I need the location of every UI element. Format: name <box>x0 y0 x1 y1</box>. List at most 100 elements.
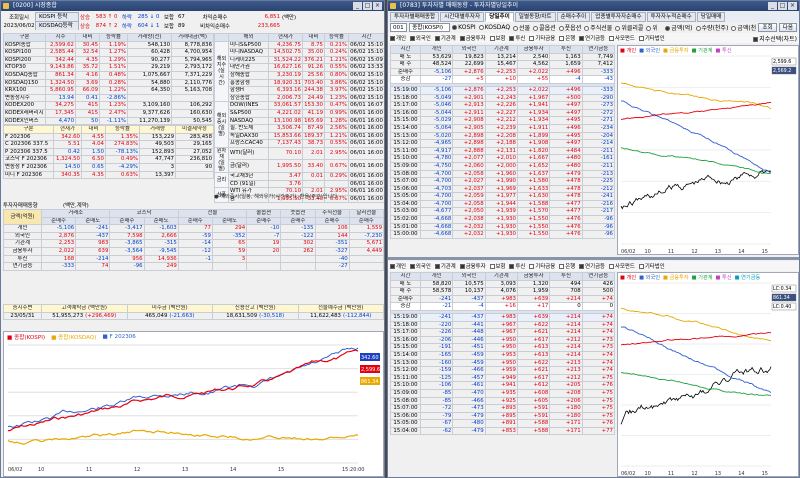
investor-checkbox[interactable]: 투신 <box>509 34 525 42</box>
maximize-button[interactable]: □ <box>778 2 787 10</box>
table-row[interactable]: 15:09:00 -4,750 +2,060 +2,000 +1,652 +480 -211 <box>390 161 616 171</box>
market-radio[interactable]: KOSDAQ <box>478 24 510 31</box>
kospi-trend-chart[interactable]: ■ 개인 ■ 외국인 ■ 금융투자 ■ 기관계 ■ 투신 2,599.6 2,569.2 0… <box>617 45 799 255</box>
investor-checkbox[interactable]: 투신 <box>509 262 525 270</box>
minimize-button[interactable]: _ <box>768 2 777 10</box>
table-row[interactable]: 15:11:00 -125 -457 +949 +617 +212 +75 <box>390 373 616 383</box>
table-row[interactable]: KOSPI종합 2,599.62 30.45 1.19% 548,130 8,778,83… <box>3 40 214 50</box>
investor-checkbox[interactable]: 보험 <box>489 262 505 270</box>
market-radio[interactable]: 콜옵션 <box>533 23 556 32</box>
table-row[interactable]: 15:12:00 -4,965 +2,898 +2,188 +1,908 +497 -214 <box>390 139 616 148</box>
table-row[interactable]: KODEX레버리지 17,345 415 2.47% 9,377,626 160,630 <box>3 108 214 118</box>
table-row[interactable]: 15:03:00 -4,677 +2,050 +1,939 +1,570 +477 -217 <box>390 207 616 217</box>
table-row[interactable]: 15:06:00 -4,703 +2,037 +1,969 +1,633 +478 -212 <box>390 184 616 194</box>
investor-checkbox[interactable]: 개인 <box>390 262 406 270</box>
investor-checkbox[interactable]: 금융투자 <box>459 34 486 42</box>
table-row[interactable]: 금리 국고채3년 3.47 0.01 0.29% 06/01 16:00 <box>214 171 384 189</box>
investor-checkbox[interactable]: 금융투자 <box>459 262 486 270</box>
table-row[interactable]: 15:15:00 -191 -451 +950 +613 +214 +73 <box>390 343 616 352</box>
table-row[interactable]: KODEX200 34,275 415 1.23% 3,109,160 106,292 <box>3 101 214 110</box>
table-row[interactable]: 원자재(일별) WTI(달러) 70.10 2.01 2.95% 06/01 16:00 <box>214 146 384 173</box>
table-row[interactable]: 15:04:00 -4,700 +2,058 +1,944 +1,588 +477 -216 <box>390 199 616 209</box>
table-row[interactable]: 외국인 2,876 -437 7,598 2,666 -59 -352 -7 -122 144 -7… <box>3 231 384 241</box>
unit-radio[interactable]: 금액(억) <box>665 23 693 32</box>
tab-5[interactable]: 업종별투자자순매수 <box>591 11 646 22</box>
investor-checkbox[interactable]: 기타금융 <box>529 262 555 270</box>
table-row[interactable]: 15:16:00 -206 -446 +950 +617 +212 +73 <box>390 335 616 345</box>
investor-checkbox[interactable]: 보험 <box>489 34 505 42</box>
table-row[interactable]: 15:18:00 -220 -441 +967 +622 +214 +74 <box>390 320 616 330</box>
investor-checkbox[interactable]: 은행 <box>559 34 575 42</box>
table-row[interactable]: KOSPI100 2,585.44 32.54 1.27% 60,428 4,700,95… <box>3 48 214 57</box>
investor-checkbox[interactable]: 기타법인 <box>638 34 665 42</box>
market-radio[interactable]: 주식선물 <box>584 23 612 32</box>
tab-1[interactable]: 시간대별투자자 <box>440 11 485 22</box>
table-row[interactable]: 15:14:00 -165 -459 +953 +613 +214 +74 <box>390 350 616 360</box>
table-row[interactable]: 개인 -5,106 -241 -3,417 -1,603 77 294 -10 -135 106 1… <box>3 224 384 233</box>
table-row[interactable]: C 202306 337.5 5.51 4.04 274.83% 49,503 29,16… <box>3 140 214 149</box>
market-radio[interactable]: 풋옵션 <box>558 23 581 32</box>
table-row[interactable]: 금융투자 2,022 639 -3,564 -9,545 -12 59 20 262 -327 4,… <box>3 246 384 256</box>
investor-checkbox[interactable]: 사모펀드 <box>609 34 635 42</box>
table-row[interactable]: 해외지수(실시간) 미니S&P500 4,236.75 8.75 0.21% 06/02 … <box>214 40 384 103</box>
maximize-button[interactable]: □ <box>363 2 372 10</box>
table-row[interactable]: 변동성 F 202306 14.50 0.65 -4.29% 3 90 <box>3 162 214 172</box>
table-row[interactable]: 독일DAX30 15,853.66 189.37 1.21% 06/01 16:00 <box>215 131 384 141</box>
table-row[interactable]: 프랑스CAC40 7,137.43 38.73 0.55% 06/01 16:00 <box>215 139 384 148</box>
investor-checkbox[interactable]: 외국인 <box>409 34 431 42</box>
table-row[interactable]: 15:14:00 -5,064 +2,905 +2,239 +1,911 +496 -234 <box>390 123 616 133</box>
table-row[interactable]: KOSDAQ종합 861.34 4.16 0.48% 1,075,667 7,371,22… <box>3 70 214 80</box>
table-row[interactable]: 대만가권 16,627.16 91.26 0.55% 06/02 13:33 <box>215 63 384 72</box>
kosdaq-trend-chart[interactable]: ■ 개인 ■ 외국인 ■ 금융투자 ■ 기관계 ■ 투신 ■ 연기금등 LC:0.34 86… <box>617 272 799 477</box>
table-row[interactable]: 상해종합 3,230.19 25.56 0.80% 06/02 15:10 <box>215 70 384 80</box>
tab-3[interactable]: 일별동향/차트 <box>514 11 556 22</box>
table-row[interactable]: 15:04:00 -62 -479 +853 +588 +171 +77 <box>390 426 616 436</box>
close-button[interactable]: × <box>788 2 797 10</box>
tab-0[interactable]: 투자자별매매종합 <box>390 11 440 22</box>
table-row[interactable]: 코스닥 F 202306 1,324.50 6.50 0.49% 47,747 236,8… <box>3 155 214 164</box>
investor-checkbox[interactable]: 사모펀드 <box>609 262 635 270</box>
query-button[interactable]: 조회 <box>758 23 777 32</box>
investor-checkbox[interactable]: 기관계 <box>434 262 456 270</box>
table-row[interactable]: CD (91일) 3.76 06/01 16:00 <box>215 179 384 189</box>
table-row[interactable]: 15:13:00 -160 -459 +950 +622 +213 +74 <box>390 358 616 368</box>
table-row[interactable]: 미니 F 202306 340.35 4.35 0.63% 13,397 <box>3 170 214 180</box>
investor-checkbox[interactable]: 기타금융 <box>529 34 555 42</box>
investor-checkbox[interactable]: 은행 <box>559 262 575 270</box>
table-row[interactable]: 15:16:00 -5,044 +2,911 +2,227 +1,934 +497 -272 <box>390 108 616 118</box>
table-row[interactable]: 홍콩항셍 18,920.31 703.40 3.86% 06/02 15:10 <box>215 78 384 88</box>
table-row[interactable]: KRX100 5,860.95 66.09 1.22% 64,350 5,163,708 <box>3 86 214 95</box>
market-radio[interactable]: 선물 <box>513 23 530 32</box>
table-row[interactable]: KOSDAQ150 1,324.50 3.69 0.28% 54,880 2,110,77… <box>3 78 214 88</box>
tab-6[interactable]: 투자자누적순매수 <box>646 11 696 22</box>
investor-checkbox[interactable]: 기관계 <box>434 34 456 42</box>
table-row[interactable]: 필. 반도체 3,506.74 87.49 2.56% 06/01 16:00 <box>215 124 384 133</box>
table-row[interactable]: 15:07:00 -4,700 +2,027 +1,990 +1,580 +478 -225 <box>390 177 616 186</box>
table-row[interactable]: 변동성지수 13.94 0.41 -2.86% <box>3 93 214 103</box>
table-row[interactable]: 15:10:00 -106 -461 +941 +612 +205 +76 <box>390 381 616 390</box>
investor-checkbox[interactable]: 연기금등 <box>579 34 605 42</box>
market-radio[interactable]: 위클리풋 <box>646 23 657 32</box>
table-row[interactable]: 15:07:00 -72 -473 +893 +591 +180 +75 <box>390 404 616 413</box>
market-radio[interactable]: KOSPI <box>452 24 476 31</box>
investor-checkbox[interactable]: 연기금등 <box>579 262 605 270</box>
next-button[interactable]: 다음 <box>778 23 798 32</box>
table-row[interactable]: 15:17:00 -5,046 +2,913 +2,226 +1,941 +497 -273 <box>390 101 616 110</box>
table-row[interactable]: 15:13:00 -5,020 +2,898 +2,208 +1,899 +495 -204 <box>390 131 616 141</box>
table-row[interactable]: 15:19:00 -5,106 +2,876 +2,253 +2,022 +496 -333 <box>390 85 616 95</box>
table-row[interactable]: 15:08:00 -4,700 +2,058 +1,960 +1,637 +479 -213 <box>390 169 616 179</box>
table-row[interactable]: 15:05:00 -67 -480 +891 +588 +171 +76 <box>390 419 616 428</box>
close-button[interactable]: × <box>373 2 382 10</box>
table-row[interactable]: P 202306 337.5 0.42 1.50 -78.13% 152,893 27,0… <box>3 147 214 157</box>
table-row[interactable]: 15:06:00 -79 -479 +895 +591 +180 +75 <box>390 411 616 421</box>
market-select[interactable]: 종합(KOSPI) <box>409 23 451 32</box>
unit-radio[interactable]: 수량(천주) <box>695 23 728 32</box>
table-row[interactable]: 니케이225 31,524.22 376.21 1.21% 06/02 15:09 <box>215 55 384 65</box>
table-row[interactable]: 15:17:00 -226 -448 +967 +621 +214 +74 <box>390 328 616 337</box>
table-row[interactable]: 투신 168 -214 956 14,936 -1 3 -40 <box>3 254 384 264</box>
table-row[interactable]: 항셍H 6,393.16 244.38 3.97% 06/02 15:10 <box>215 86 384 95</box>
market-code-input[interactable]: 001 <box>390 23 408 32</box>
table-row[interactable]: 금(달러) 1,995.50 33.40 0.67% 06/01 16:00 <box>215 159 384 173</box>
table-row[interactable]: 미니NASDAQ 14,502.75 35.00 0.24% 06/02 15:10 <box>215 48 384 57</box>
table-row[interactable]: KODEX인버스 4,470 50 -1.11% 11,270,139 50,545 <box>3 116 214 126</box>
